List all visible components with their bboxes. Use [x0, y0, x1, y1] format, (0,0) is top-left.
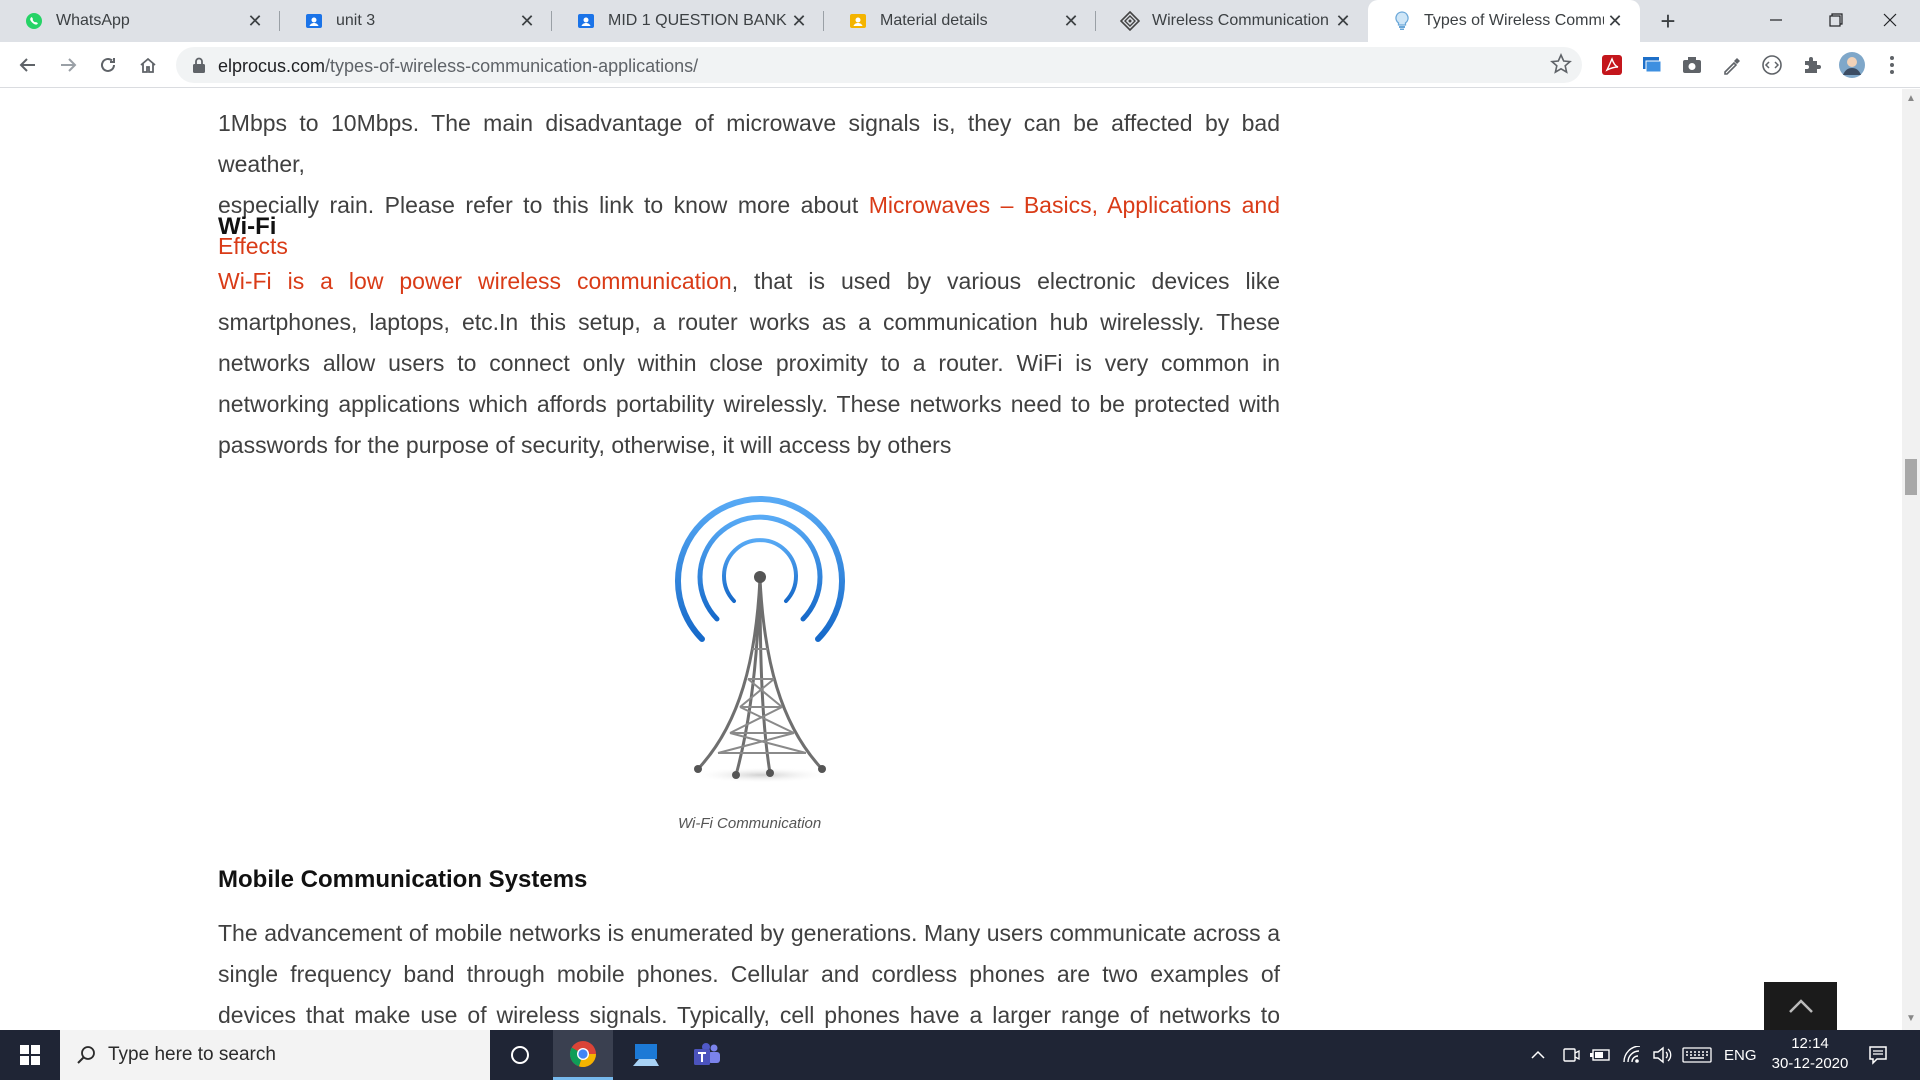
lock-icon[interactable]	[192, 56, 206, 79]
bookmark-star-icon[interactable]	[1550, 53, 1572, 80]
scrollbar-thumb[interactable]	[1905, 459, 1917, 495]
browser-toolbar: elprocus.com/types-of-wireless-communica…	[0, 42, 1920, 88]
article-intro: 1Mbps to 10Mbps. The main disadvantage o…	[218, 103, 1280, 267]
ms-project-icon[interactable]	[616, 1030, 676, 1080]
address-bar[interactable]: elprocus.com/types-of-wireless-communica…	[176, 47, 1582, 83]
google-classroom-icon	[304, 11, 324, 31]
tab-title: Types of Wireless Communic	[1424, 12, 1604, 29]
close-icon[interactable]: ✕	[1060, 11, 1082, 32]
teams-icon[interactable]	[677, 1030, 737, 1080]
tab-whatsapp[interactable]: WhatsApp ✕	[0, 0, 280, 42]
tab-strip: WhatsApp ✕ unit 3 ✕ MID 1 QUESTION BANK …	[0, 0, 1920, 42]
chrome-taskbar-icon[interactable]	[553, 1030, 613, 1080]
language-indicator[interactable]: ENG	[1724, 1030, 1757, 1080]
taskbar-clock[interactable]: 12:14 30-12-2020	[1760, 1034, 1860, 1074]
tab-title: WhatsApp	[56, 12, 130, 29]
close-window-button[interactable]	[1860, 0, 1920, 40]
image-caption: Wi-Fi Communication	[678, 815, 822, 832]
code-extension-icon[interactable]	[1758, 51, 1786, 79]
mobile-section: The advancement of mobile networks is en…	[218, 913, 1280, 1030]
wifi-link[interactable]: Wi-Fi is a low power wireless communicat…	[218, 268, 732, 294]
battery-icon[interactable]	[1590, 1030, 1612, 1080]
wifi-tower-image	[670, 489, 850, 789]
google-classroom-icon	[576, 11, 596, 31]
search-placeholder: Type here to search	[108, 1044, 276, 1065]
page-scrollbar[interactable]: ▲ ▼	[1902, 89, 1920, 1030]
tab-title: unit 3	[336, 12, 376, 29]
forward-button[interactable]	[52, 49, 84, 81]
close-icon[interactable]: ✕	[1332, 11, 1354, 32]
screen-share-extension-icon[interactable]	[1638, 51, 1666, 79]
task-view-button[interactable]	[490, 1030, 550, 1080]
scroll-down-arrow-icon[interactable]: ▼	[1906, 1013, 1916, 1024]
show-hidden-icons-button[interactable]	[1530, 1030, 1546, 1080]
adobe-acrobat-extension-icon[interactable]	[1598, 51, 1626, 79]
wifi-heading: Wi-Fi	[218, 213, 277, 240]
lightbulb-icon	[1392, 11, 1412, 31]
chrome-menu-button[interactable]	[1878, 51, 1906, 79]
profile-avatar[interactable]	[1838, 51, 1866, 79]
volume-icon[interactable]	[1652, 1030, 1672, 1080]
tab-unit-3[interactable]: unit 3 ✕	[280, 0, 552, 42]
scroll-to-top-button[interactable]	[1764, 982, 1837, 1030]
new-tab-button[interactable]: +	[1652, 5, 1684, 37]
close-icon[interactable]: ✕	[788, 11, 810, 32]
restore-button[interactable]	[1806, 0, 1866, 40]
touch-keyboard-icon[interactable]	[1682, 1030, 1712, 1080]
extensions-puzzle-icon[interactable]	[1798, 51, 1826, 79]
start-button[interactable]	[0, 1030, 60, 1080]
home-button[interactable]	[132, 49, 164, 81]
wifi-icon[interactable]	[1622, 1030, 1642, 1080]
tab-title: Wireless Communication - O	[1152, 12, 1332, 29]
close-icon[interactable]: ✕	[1604, 11, 1626, 32]
reload-button[interactable]	[92, 49, 124, 81]
diamond-logo-icon	[1120, 11, 1140, 31]
camera-extension-icon[interactable]	[1678, 51, 1706, 79]
intro-paragraph: 1Mbps to 10Mbps. The main disadvantage o…	[218, 110, 1280, 259]
notifications-icon[interactable]	[1868, 1030, 1888, 1080]
back-button[interactable]	[12, 49, 44, 81]
mobile-heading: Mobile Communication Systems	[218, 866, 588, 893]
tab-title: Material details	[880, 12, 988, 29]
tab-wireless-communication[interactable]: Wireless Communication - O ✕	[1096, 0, 1368, 42]
whatsapp-icon	[24, 11, 44, 31]
tab-title: MID 1 QUESTION BANK	[608, 12, 787, 29]
windows-taskbar: Type here to search ENG 12:14 30-12-2020	[0, 1030, 1920, 1080]
url-text: elprocus.com/types-of-wireless-communica…	[218, 56, 699, 76]
eyedropper-extension-icon[interactable]	[1718, 51, 1746, 79]
wifi-paragraph: Wi-Fi is a low power wireless communicat…	[218, 268, 1280, 458]
scroll-up-arrow-icon[interactable]: ▲	[1906, 93, 1916, 104]
mobile-paragraph: The advancement of mobile networks is en…	[218, 920, 1280, 1028]
tab-material-details[interactable]: Material details ✕	[824, 0, 1096, 42]
close-icon[interactable]: ✕	[244, 11, 266, 32]
tab-types-of-wireless-communication[interactable]: Types of Wireless Communic ✕	[1368, 0, 1640, 42]
tab-mid-1-question-bank[interactable]: MID 1 QUESTION BANK ✕	[552, 0, 824, 42]
minimize-button[interactable]	[1746, 0, 1806, 40]
meet-now-icon[interactable]	[1562, 1030, 1580, 1080]
close-icon[interactable]: ✕	[516, 11, 538, 32]
page-viewport: 1Mbps to 10Mbps. The main disadvantage o…	[0, 89, 1902, 1030]
taskbar-search-box[interactable]: Type here to search	[60, 1030, 490, 1080]
search-icon	[76, 1045, 96, 1065]
google-classroom-yellow-icon	[848, 11, 868, 31]
wifi-section: Wi-Fi is a low power wireless communicat…	[218, 261, 1280, 466]
